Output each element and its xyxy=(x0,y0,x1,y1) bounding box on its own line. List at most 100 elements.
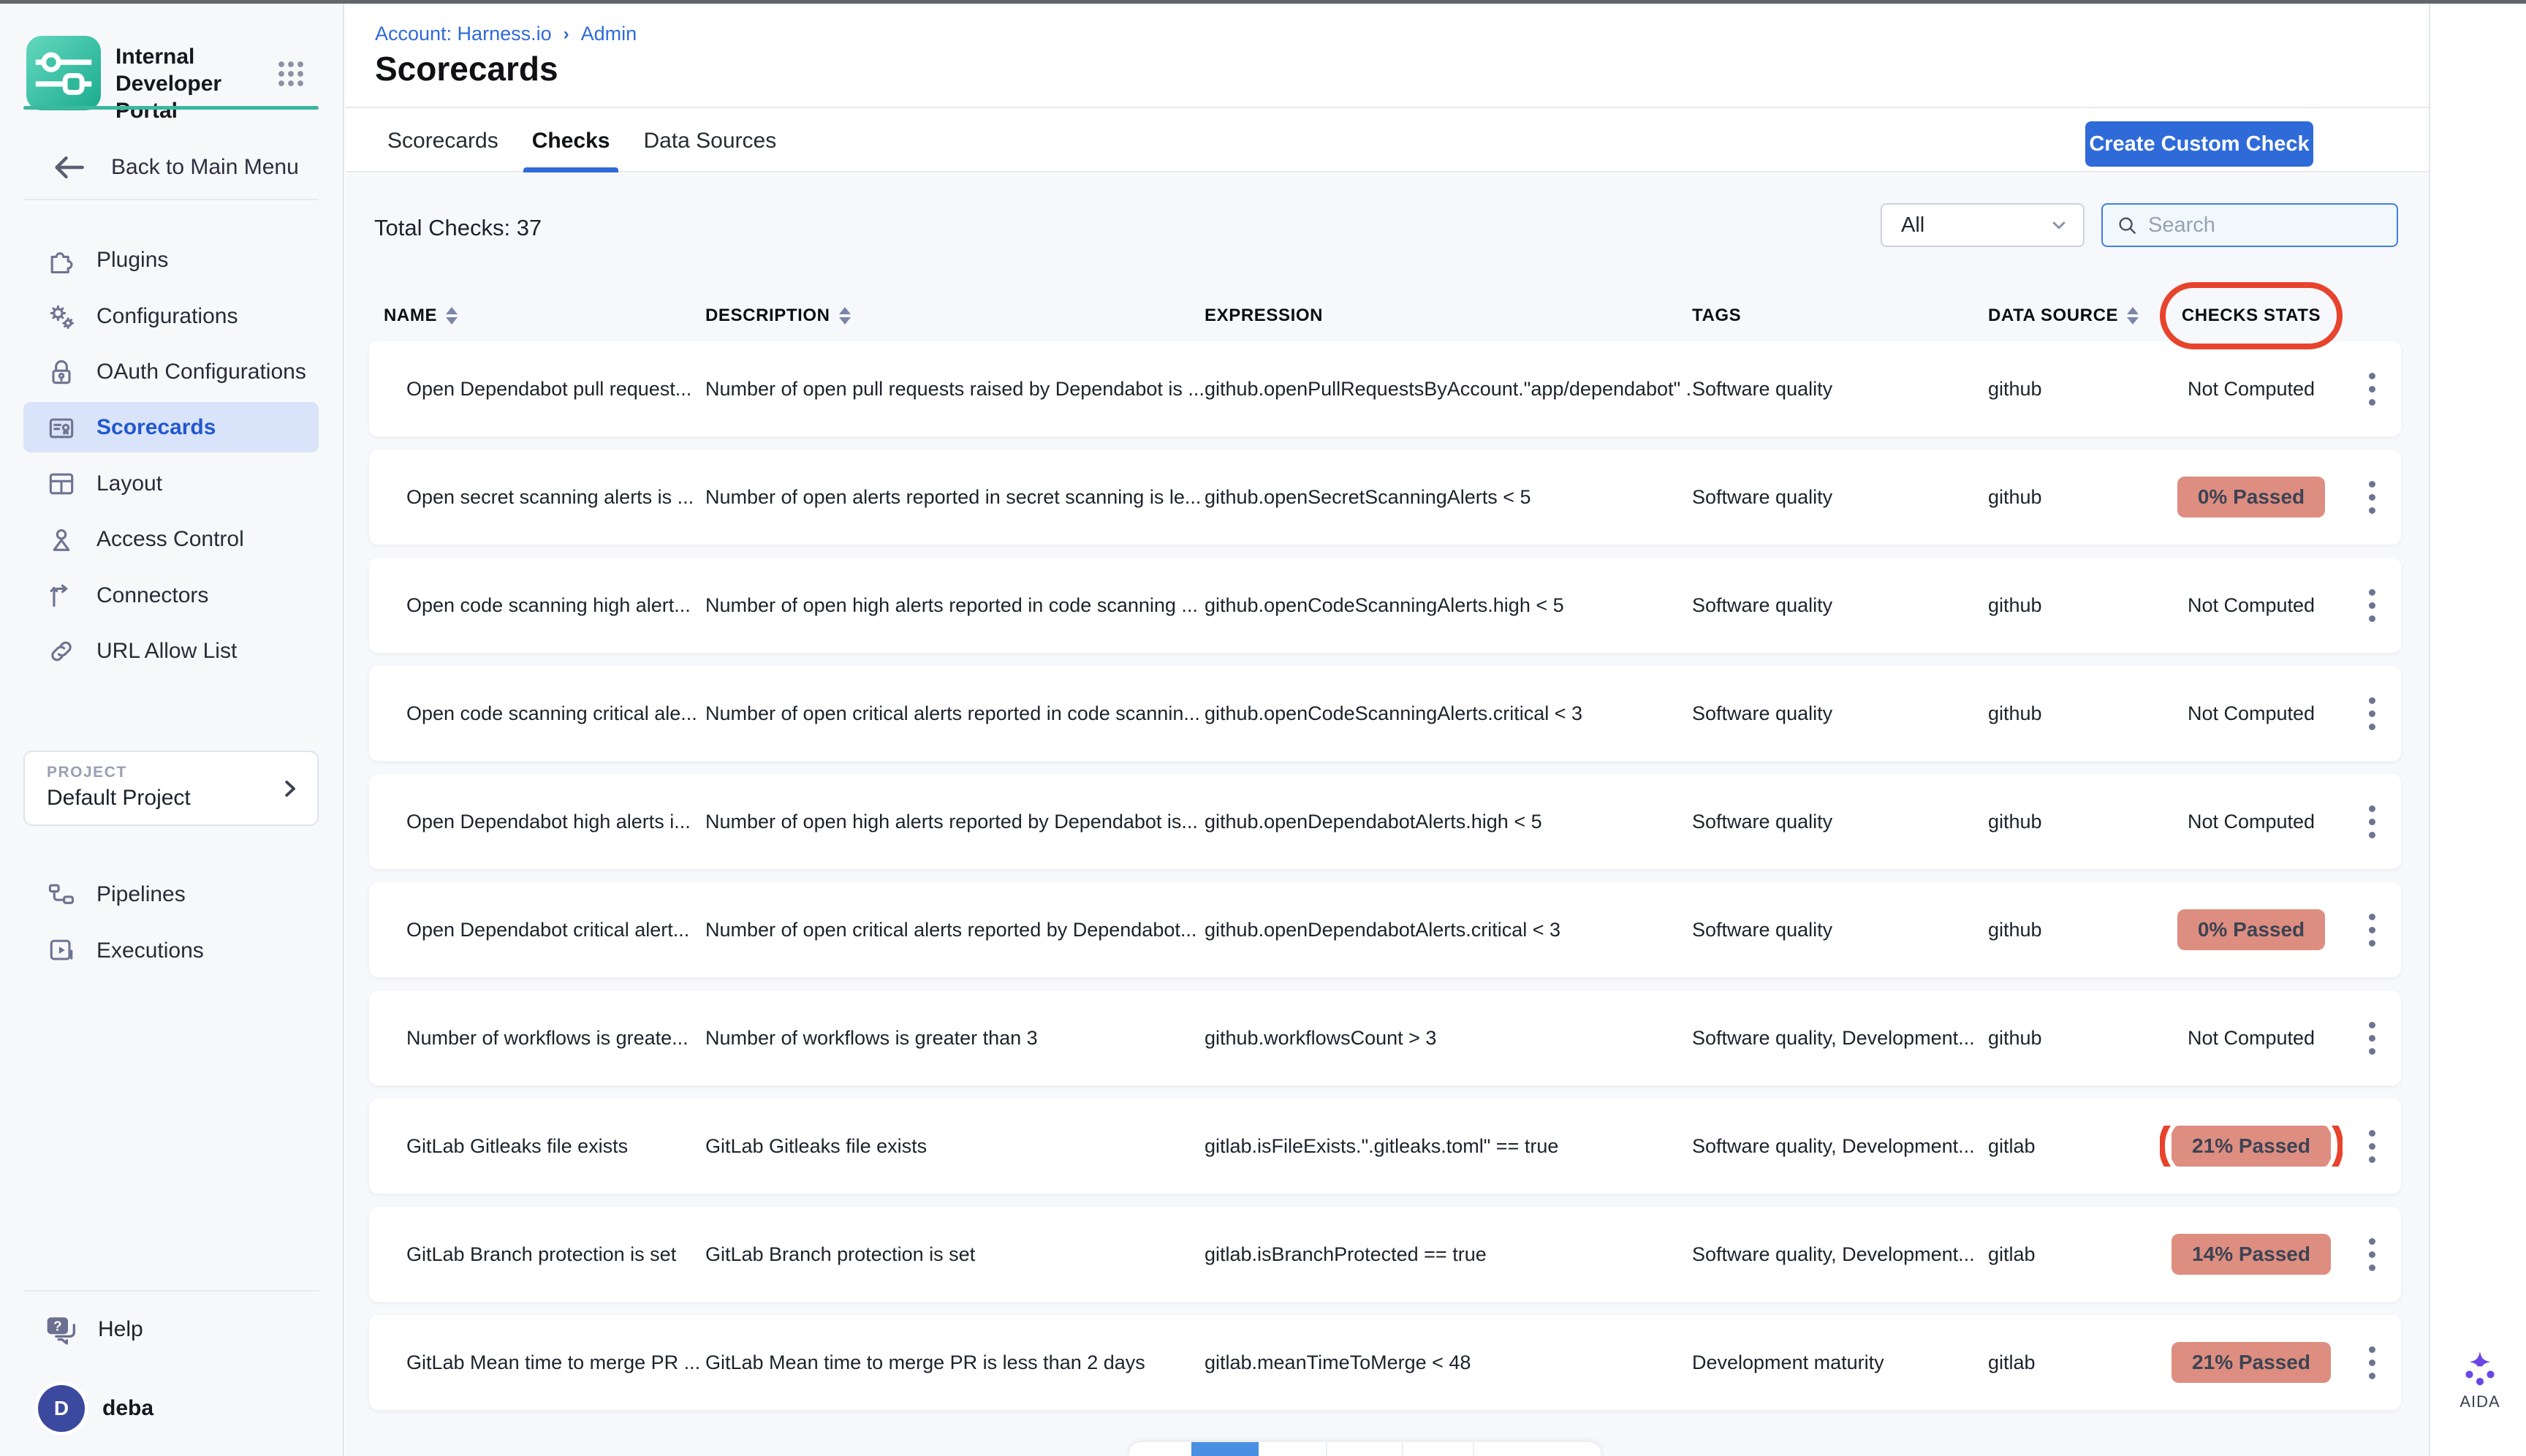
table-row[interactable]: GitLab Mean time to merge PR ... GitLab … xyxy=(369,1315,2401,1410)
sidebar-item-executions[interactable]: Executions xyxy=(23,925,319,976)
row-checks-stats: 21% Passed xyxy=(2160,1342,2343,1383)
status-badge: 21% Passed xyxy=(2172,1342,2331,1383)
row-name: GitLab Branch protection is set xyxy=(369,1243,705,1266)
row-menu-button[interactable] xyxy=(2363,1124,2381,1169)
sort-icon[interactable] xyxy=(446,307,458,325)
aida-button[interactable]: AIDA xyxy=(2449,1347,2511,1411)
sidebar-item-configurations[interactable]: Configurations xyxy=(23,291,319,341)
row-checks-stats: Not Computed xyxy=(2160,594,2343,617)
row-description: Number of open critical alerts reported … xyxy=(705,919,1205,941)
sidebar-item-oauth-configurations[interactable]: OAuth Configurations xyxy=(23,346,319,397)
row-expression: gitlab.meanTimeToMerge < 48 xyxy=(1205,1351,1692,1374)
row-tags: Software quality xyxy=(1692,486,1988,509)
row-description: Number of open critical alerts reported … xyxy=(705,702,1205,725)
row-description: Number of open high alerts reported by D… xyxy=(705,811,1205,833)
table-row[interactable]: GitLab Gitleaks file exists GitLab Gitle… xyxy=(369,1099,2401,1194)
sidebar-item-label: OAuth Configurations xyxy=(96,360,306,384)
row-description: GitLab Branch protection is set xyxy=(705,1243,1205,1266)
search-box xyxy=(2101,203,2398,247)
table-row[interactable]: GitLab Branch protection is set GitLab B… xyxy=(369,1207,2401,1302)
row-checks-stats: Not Computed xyxy=(2160,811,2343,833)
row-name: Open code scanning critical ale... xyxy=(369,702,705,725)
tab-data-sources[interactable]: Data Sources xyxy=(643,110,776,172)
row-checks-stats: Not Computed xyxy=(2160,378,2343,401)
sidebar-item-layout[interactable]: Layout xyxy=(23,458,319,509)
pagination-page-active[interactable] xyxy=(1191,1442,1259,1456)
avatar: D xyxy=(38,1385,85,1432)
sidebar-item-plugins[interactable]: Plugins xyxy=(23,235,319,285)
sidebar-item-scorecards[interactable]: Scorecards xyxy=(23,402,319,452)
row-menu-button[interactable] xyxy=(2363,475,2381,520)
row-name: Open Dependabot pull request... xyxy=(369,378,705,401)
tab-scorecards[interactable]: Scorecards xyxy=(387,110,498,172)
row-menu-button[interactable] xyxy=(2363,908,2381,952)
create-custom-check-button[interactable]: Create Custom Check xyxy=(2085,121,2313,167)
pagination-page[interactable] xyxy=(1473,1442,1601,1456)
row-menu-button[interactable] xyxy=(2363,1016,2381,1061)
project-selector[interactable]: PROJECT Default Project xyxy=(23,751,319,826)
screen: Internal Developer Portal Back to Main M… xyxy=(0,0,2526,1456)
table-row[interactable]: Open Dependabot critical alert... Number… xyxy=(369,882,2401,977)
help-button[interactable]: ? Help xyxy=(42,1305,143,1354)
row-name: Open Dependabot critical alert... xyxy=(369,919,705,941)
table-row[interactable]: Number of workflows is greate... Number … xyxy=(369,990,2401,1085)
table-row[interactable]: Open Dependabot high alerts i... Number … xyxy=(369,774,2401,869)
chevron-right-icon xyxy=(276,776,303,802)
breadcrumb-chevron-icon: › xyxy=(564,24,569,45)
row-tags: Software quality, Development... xyxy=(1692,1135,1988,1158)
row-menu-button[interactable] xyxy=(2363,367,2381,412)
filter-dropdown[interactable]: All xyxy=(1881,203,2085,247)
row-menu-button[interactable] xyxy=(2363,691,2381,736)
row-expression: github.openCodeScanningAlerts.high < 5 xyxy=(1205,594,1692,617)
sidebar-item-pipelines[interactable]: Pipelines xyxy=(23,869,319,920)
breadcrumb-account-link[interactable]: Account: Harness.io xyxy=(375,23,552,45)
table-row[interactable]: Open secret scanning alerts is ... Numbe… xyxy=(369,450,2401,545)
pagination-page[interactable] xyxy=(1402,1442,1473,1456)
pagination-page[interactable] xyxy=(1326,1442,1402,1456)
tab-checks[interactable]: Checks xyxy=(532,110,610,172)
sort-icon[interactable] xyxy=(839,307,851,325)
row-description: Number of open high alerts reported in c… xyxy=(705,594,1205,617)
back-to-main-menu[interactable]: Back to Main Menu xyxy=(48,147,299,188)
status-badge: 14% Passed xyxy=(2172,1234,2331,1275)
table-row[interactable]: Open code scanning high alert... Number … xyxy=(369,558,2401,653)
column-header-name[interactable]: NAME xyxy=(369,306,705,326)
sidebar-item-label: Connectors xyxy=(96,583,208,608)
idp-logo-icon xyxy=(26,36,101,110)
sidebar-item-connectors[interactable]: Connectors xyxy=(23,570,319,621)
status-badge: 0% Passed xyxy=(2177,909,2325,950)
sidebar-item-access-control[interactable]: Access Control xyxy=(23,514,319,564)
column-header-label: DATA SOURCE xyxy=(1988,306,2118,326)
row-tags: Software quality xyxy=(1692,919,1988,941)
row-menu-button[interactable] xyxy=(2363,800,2381,844)
sort-icon[interactable] xyxy=(2127,307,2139,325)
layout-icon xyxy=(45,468,77,500)
pagination-page[interactable] xyxy=(1259,1442,1326,1456)
sidebar-item-url-allow-list[interactable]: URL Allow List xyxy=(23,626,319,676)
search-input[interactable] xyxy=(2148,213,2367,238)
row-menu-button[interactable] xyxy=(2363,1341,2381,1385)
row-tags: Software quality, Development... xyxy=(1692,1243,1988,1266)
app-title: Internal Developer Portal xyxy=(115,43,276,124)
status-text: Not Computed xyxy=(2188,378,2315,401)
apps-grid-icon[interactable] xyxy=(272,55,310,93)
page-body: Total Checks: 37 All NAMEDESCRIPTIONEXPR… xyxy=(346,174,2429,1456)
row-name: Open code scanning high alert... xyxy=(369,594,705,617)
row-expression: github.openSecretScanningAlerts < 5 xyxy=(1205,486,1692,509)
user-menu[interactable]: D deba xyxy=(38,1384,153,1433)
row-expression: gitlab.isBranchProtected == true xyxy=(1205,1243,1692,1266)
puzzle-icon xyxy=(45,244,77,276)
pagination-page[interactable] xyxy=(1129,1442,1191,1456)
main-content: Account: Harness.io › Admin Scorecards S… xyxy=(346,4,2430,1456)
breadcrumb-admin-link[interactable]: Admin xyxy=(581,23,637,45)
project-name: Default Project xyxy=(47,786,191,811)
column-header-data-source[interactable]: DATA SOURCE xyxy=(1988,306,2160,326)
table-row[interactable]: Open code scanning critical ale... Numbe… xyxy=(369,666,2401,761)
column-header-description[interactable]: DESCRIPTION xyxy=(705,306,1205,326)
row-menu-button[interactable] xyxy=(2363,583,2381,628)
table-row[interactable]: Open Dependabot pull request... Number o… xyxy=(369,341,2401,436)
column-header-label: NAME xyxy=(384,306,437,326)
row-data-source: github xyxy=(1988,811,2160,833)
row-data-source: github xyxy=(1988,919,2160,941)
row-menu-button[interactable] xyxy=(2363,1232,2381,1277)
